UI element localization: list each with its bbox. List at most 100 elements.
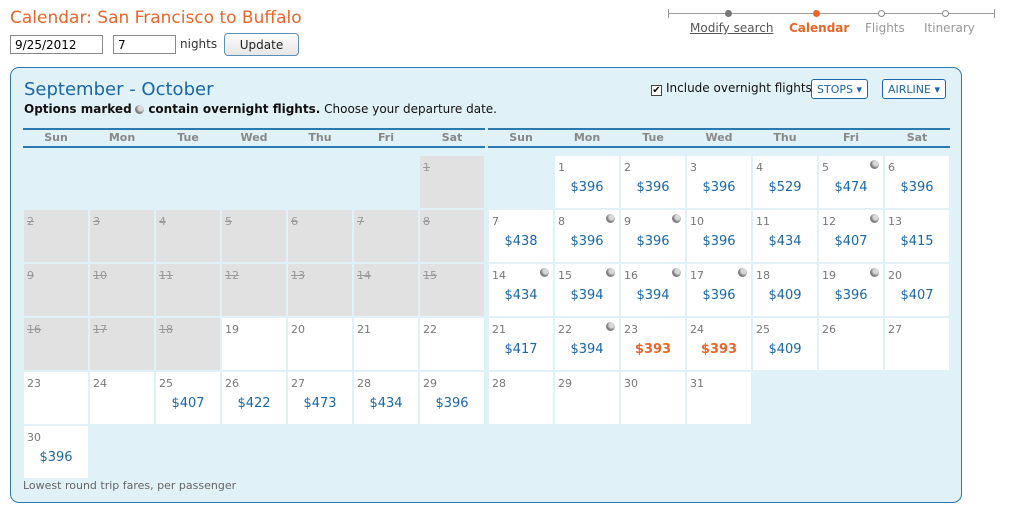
fare-link[interactable]: $396	[555, 234, 619, 249]
october-day-25[interactable]: 25 $409	[753, 318, 817, 370]
step-dot-itinerary	[942, 10, 949, 17]
fare-link[interactable]: $396	[24, 450, 88, 465]
september-day-3: 3	[90, 210, 154, 262]
september-day-20: 20	[288, 318, 352, 370]
day-number: 15	[423, 269, 437, 282]
september-weekday-tue: Tue	[177, 131, 199, 144]
fare-link[interactable]: $474	[819, 180, 883, 195]
day-number: 19	[822, 269, 836, 282]
fare-link[interactable]: $394	[555, 342, 619, 357]
october-day-10[interactable]: 10 $396	[687, 210, 751, 262]
stops-filter-button[interactable]: STOPS ▾	[811, 79, 868, 99]
fare-link[interactable]: $407	[885, 288, 949, 303]
fare-link[interactable]: $396	[819, 288, 883, 303]
fare-link[interactable]: $407	[819, 234, 883, 249]
fare-link[interactable]: $396	[687, 180, 751, 195]
october-day-14[interactable]: 14 $434	[489, 264, 553, 316]
lowest-fare-link[interactable]: $393	[687, 342, 751, 357]
calendar-panel: September - October Options marked conta…	[10, 67, 962, 503]
october-day-23[interactable]: 23 $393	[621, 318, 685, 370]
airline-filter-button[interactable]: AIRLINE ▾	[882, 79, 946, 99]
nights-input[interactable]	[113, 35, 176, 54]
october-day-13[interactable]: 13 $415	[885, 210, 949, 262]
fare-link[interactable]: $396	[555, 180, 619, 195]
fare-link[interactable]: $409	[753, 288, 817, 303]
october-day-12[interactable]: 12 $407	[819, 210, 883, 262]
fare-link[interactable]: $434	[753, 234, 817, 249]
overnight-moon-icon	[738, 268, 747, 277]
october-day-1[interactable]: 1 $396	[555, 156, 619, 208]
fare-link[interactable]: $394	[621, 288, 685, 303]
september-day-5: 5	[222, 210, 286, 262]
empty-cell	[885, 426, 949, 478]
october-day-18[interactable]: 18 $409	[753, 264, 817, 316]
fare-link[interactable]: $415	[885, 234, 949, 249]
empty-cell	[354, 156, 418, 208]
include-overnight-toggle[interactable]: ✔ Include overnight flights	[651, 81, 812, 96]
october-day-3[interactable]: 3 $396	[687, 156, 751, 208]
october-day-2[interactable]: 2 $396	[621, 156, 685, 208]
fare-link[interactable]: $438	[489, 234, 553, 249]
day-number: 25	[756, 323, 770, 336]
october-day-5[interactable]: 5 $474	[819, 156, 883, 208]
nights-label: nights	[180, 37, 218, 51]
september-day-30[interactable]: 30 $396	[24, 426, 88, 478]
fare-link[interactable]: $396	[687, 234, 751, 249]
september-day-7: 7	[354, 210, 418, 262]
october-day-21[interactable]: 21 $417	[489, 318, 553, 370]
october-day-9[interactable]: 9 $396	[621, 210, 685, 262]
fare-link[interactable]: $396	[621, 180, 685, 195]
september-day-25[interactable]: 25 $407	[156, 372, 220, 424]
overnight-checkbox[interactable]: ✔	[651, 85, 662, 96]
empty-cell	[819, 426, 883, 478]
september-day-29[interactable]: 29 $396	[420, 372, 484, 424]
day-number: 7	[357, 215, 364, 228]
fare-link[interactable]: $394	[555, 288, 619, 303]
day-number: 12	[225, 269, 239, 282]
fare-link[interactable]: $434	[489, 288, 553, 303]
fare-link[interactable]: $409	[753, 342, 817, 357]
fare-link[interactable]: $529	[753, 180, 817, 195]
lowest-fare-link[interactable]: $393	[621, 342, 685, 357]
month-range-title: September - October	[24, 79, 214, 100]
september-weekday-sun: Sun	[44, 131, 68, 144]
october-day-17[interactable]: 17 $396	[687, 264, 751, 316]
day-number: 13	[888, 215, 902, 228]
october-weekday-wed: Wed	[705, 131, 733, 144]
day-number: 24	[690, 323, 704, 336]
fare-link[interactable]: $396	[687, 288, 751, 303]
update-button[interactable]: Update	[224, 33, 299, 56]
day-number: 28	[357, 377, 371, 390]
october-day-15[interactable]: 15 $394	[555, 264, 619, 316]
october-day-20[interactable]: 20 $407	[885, 264, 949, 316]
fare-link[interactable]: $396	[420, 396, 484, 411]
september-day-22: 22	[420, 318, 484, 370]
october-day-24[interactable]: 24 $393	[687, 318, 751, 370]
september-day-28[interactable]: 28 $434	[354, 372, 418, 424]
october-day-28: 28	[489, 372, 553, 424]
day-number: 18	[756, 269, 770, 282]
october-day-8[interactable]: 8 $396	[555, 210, 619, 262]
october-day-6[interactable]: 6 $396	[885, 156, 949, 208]
day-number: 3	[690, 161, 697, 174]
fare-link[interactable]: $407	[156, 396, 220, 411]
october-day-16[interactable]: 16 $394	[621, 264, 685, 316]
september-day-26[interactable]: 26 $422	[222, 372, 286, 424]
fare-link[interactable]: $422	[222, 396, 286, 411]
fare-link[interactable]: $396	[621, 234, 685, 249]
october-day-11[interactable]: 11 $434	[753, 210, 817, 262]
october-day-7[interactable]: 7 $438	[489, 210, 553, 262]
step-modify-search-link[interactable]: Modify search	[690, 21, 773, 35]
empty-cell	[222, 156, 286, 208]
october-day-4[interactable]: 4 $529	[753, 156, 817, 208]
october-day-19[interactable]: 19 $396	[819, 264, 883, 316]
day-number: 27	[291, 377, 305, 390]
fare-link[interactable]: $473	[288, 396, 352, 411]
fare-link[interactable]: $434	[354, 396, 418, 411]
fare-link[interactable]: $396	[885, 180, 949, 195]
september-day-27[interactable]: 27 $473	[288, 372, 352, 424]
day-number: 21	[357, 323, 371, 336]
fare-link[interactable]: $417	[489, 342, 553, 357]
october-day-22[interactable]: 22 $394	[555, 318, 619, 370]
departure-date-input[interactable]	[10, 35, 103, 54]
